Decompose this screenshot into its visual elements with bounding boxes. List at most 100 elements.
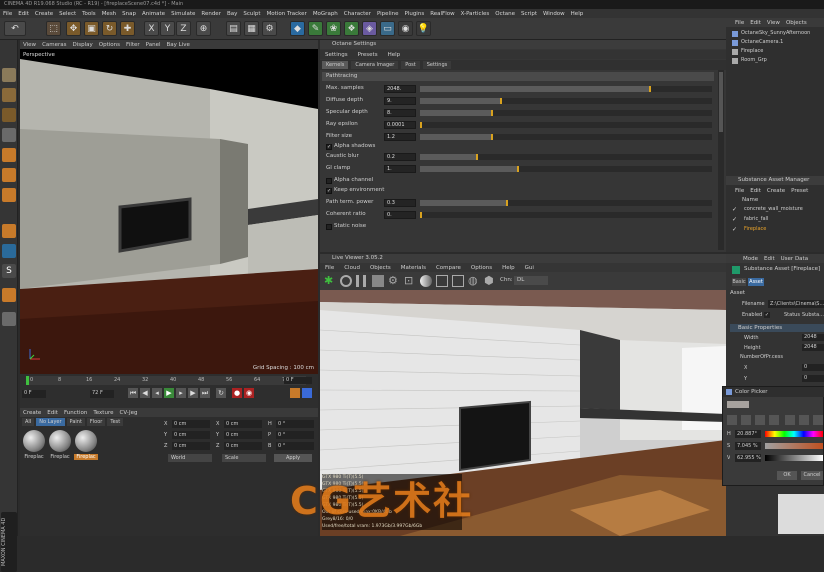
menu-mesh[interactable]: Mesh xyxy=(102,10,116,18)
tab-asset[interactable]: Asset xyxy=(748,278,764,286)
floor-button[interactable]: ▭ xyxy=(380,21,395,36)
live-viewer-menu-gui[interactable]: Gui xyxy=(525,265,534,271)
coord-value-field[interactable]: 0 cm xyxy=(224,431,262,439)
workplane-icon[interactable] xyxy=(2,128,16,142)
x-axis-button[interactable]: X xyxy=(144,21,159,36)
material-filter-paint[interactable]: Paint xyxy=(66,418,85,426)
live-viewer-menu-materials[interactable]: Materials xyxy=(401,265,426,271)
go-to-end-button[interactable]: ⏭ xyxy=(200,388,210,398)
material-filter-test[interactable]: Test xyxy=(107,418,124,426)
substance-check-icon[interactable]: ✓ xyxy=(732,216,737,223)
rgb-icon[interactable] xyxy=(769,415,779,425)
attribute-menu-user-data[interactable]: User Data xyxy=(781,256,808,262)
axis-mode-icon[interactable] xyxy=(2,224,16,238)
camera-button[interactable]: ◉ xyxy=(398,21,413,36)
ok-button[interactable]: OK xyxy=(777,471,797,480)
viewport-menu-cameras[interactable]: Cameras xyxy=(42,42,66,48)
coord-value-field[interactable]: 0 cm xyxy=(224,442,262,450)
object-menu-edit[interactable]: Edit xyxy=(750,20,761,26)
object-menu-view[interactable]: View xyxy=(767,20,780,26)
attribute-menu-edit[interactable]: Edit xyxy=(764,256,775,262)
tab-camera-imager[interactable]: Camera Imager xyxy=(351,61,399,69)
tab-basic[interactable]: Basic xyxy=(732,278,746,286)
param-slider[interactable] xyxy=(420,134,712,140)
param-value-field[interactable]: 0. xyxy=(384,211,416,219)
next-key-button[interactable]: ▶ xyxy=(188,388,198,398)
param-slider[interactable] xyxy=(420,98,712,104)
hue-field[interactable]: 20.887° xyxy=(735,430,761,438)
y-field[interactable]: 0 xyxy=(802,375,824,382)
coord-value-field[interactable]: 0 cm xyxy=(172,431,210,439)
menu-plugins[interactable]: Plugins xyxy=(404,10,424,18)
material-menu-function[interactable]: Function xyxy=(64,410,87,416)
object-item[interactable]: Fireplace xyxy=(732,48,824,56)
live-select-button[interactable]: ⬚ xyxy=(46,21,61,36)
live-viewer-menu-objects[interactable]: Objects xyxy=(370,265,391,271)
coord-value-field[interactable]: 0 ° xyxy=(276,442,314,450)
menu-pipeline[interactable]: Pipeline xyxy=(377,10,399,18)
menu-select[interactable]: Select xyxy=(59,10,76,18)
saturation-field[interactable]: 7.045 % xyxy=(735,442,761,450)
stop-icon[interactable] xyxy=(372,275,384,287)
substance-menu-preset[interactable]: Preset xyxy=(791,188,808,194)
object-item[interactable]: Room_Grp xyxy=(732,57,824,65)
x-field[interactable]: 0 xyxy=(802,364,824,371)
material-filter-all[interactable]: All xyxy=(22,418,35,426)
attribute-menu-mode[interactable]: Mode xyxy=(743,256,758,262)
array-button[interactable]: ❖ xyxy=(344,21,359,36)
basic-properties-section[interactable]: Basic Properties xyxy=(730,324,824,332)
param-slider[interactable] xyxy=(420,200,712,206)
coord-value-field[interactable]: 0 cm xyxy=(224,420,262,428)
param-value-field[interactable]: 0.3 xyxy=(384,199,416,207)
menu-edit[interactable]: Edit xyxy=(18,10,29,18)
menu-simulate[interactable]: Simulate xyxy=(171,10,195,18)
image-icon[interactable] xyxy=(755,415,765,425)
param-value-field[interactable]: 2048. xyxy=(384,85,416,93)
param-slider[interactable] xyxy=(420,86,712,92)
tab-post[interactable]: Post xyxy=(401,61,420,69)
param-value-field[interactable]: 1.2 xyxy=(384,133,416,141)
undo-button[interactable]: ↶ xyxy=(4,21,26,36)
playhead[interactable] xyxy=(26,376,29,385)
value-slider[interactable] xyxy=(765,455,823,461)
grid-key-icon[interactable] xyxy=(302,388,312,398)
live-viewer-menu-options[interactable]: Options xyxy=(471,265,492,271)
deformer-button[interactable]: ◈ xyxy=(362,21,377,36)
hsv-icon[interactable] xyxy=(785,415,795,425)
substance-menu-file[interactable]: File xyxy=(735,188,744,194)
lock-workplane-icon[interactable] xyxy=(2,288,16,302)
autokey-button[interactable]: ◉ xyxy=(244,388,254,398)
param-slider[interactable] xyxy=(420,166,712,172)
param-checkbox[interactable]: ✓ xyxy=(326,188,332,194)
material-filter-no-layer[interactable]: No Layer xyxy=(36,418,65,426)
grid-icon[interactable] xyxy=(2,312,16,326)
value-field[interactable]: 62.955 % xyxy=(735,454,761,462)
viewport-menu-bay-live[interactable]: Bay Live xyxy=(167,42,190,48)
pick-focus-icon[interactable]: ◍ xyxy=(468,275,480,287)
settings-gear-icon[interactable]: ⚙ xyxy=(388,275,400,287)
perspective-viewport[interactable]: View Cameras Display Options Filter Panel Bay … xyxy=(20,40,318,374)
param-checkbox[interactable] xyxy=(326,224,332,230)
texture-mode-icon[interactable] xyxy=(2,108,16,122)
light-button[interactable]: 💡 xyxy=(416,21,431,36)
prev-key-button[interactable]: ◀ xyxy=(140,388,150,398)
frame-field[interactable]: 0 F xyxy=(284,377,312,384)
tweak-mode-icon[interactable] xyxy=(2,244,16,258)
z-axis-button[interactable]: Z xyxy=(176,21,191,36)
coord-mode-dropdown[interactable]: World xyxy=(168,454,212,462)
enabled-checkbox[interactable]: ✓ xyxy=(764,312,770,318)
substance-check-icon[interactable]: ✓ xyxy=(732,206,737,213)
scale-button[interactable]: ▣ xyxy=(84,21,99,36)
coord-value-field[interactable]: 0 cm xyxy=(172,420,210,428)
cancel-button[interactable]: Cancel xyxy=(801,471,823,480)
material-menu-edit[interactable]: Edit xyxy=(47,410,58,416)
object-item[interactable]: OctaneSky_SunnyAfternoon xyxy=(732,30,824,38)
param-checkbox[interactable] xyxy=(326,178,332,184)
material-filter-floor[interactable]: Floor xyxy=(86,418,106,426)
width-field[interactable]: 2048 xyxy=(802,334,824,341)
record-button[interactable]: ● xyxy=(232,388,242,398)
material-item[interactable]: Fireplac xyxy=(74,428,98,466)
param-value-field[interactable]: 8. xyxy=(384,109,416,117)
menu-octane[interactable]: Octane xyxy=(495,10,515,18)
snap-icon[interactable]: S xyxy=(2,264,16,278)
